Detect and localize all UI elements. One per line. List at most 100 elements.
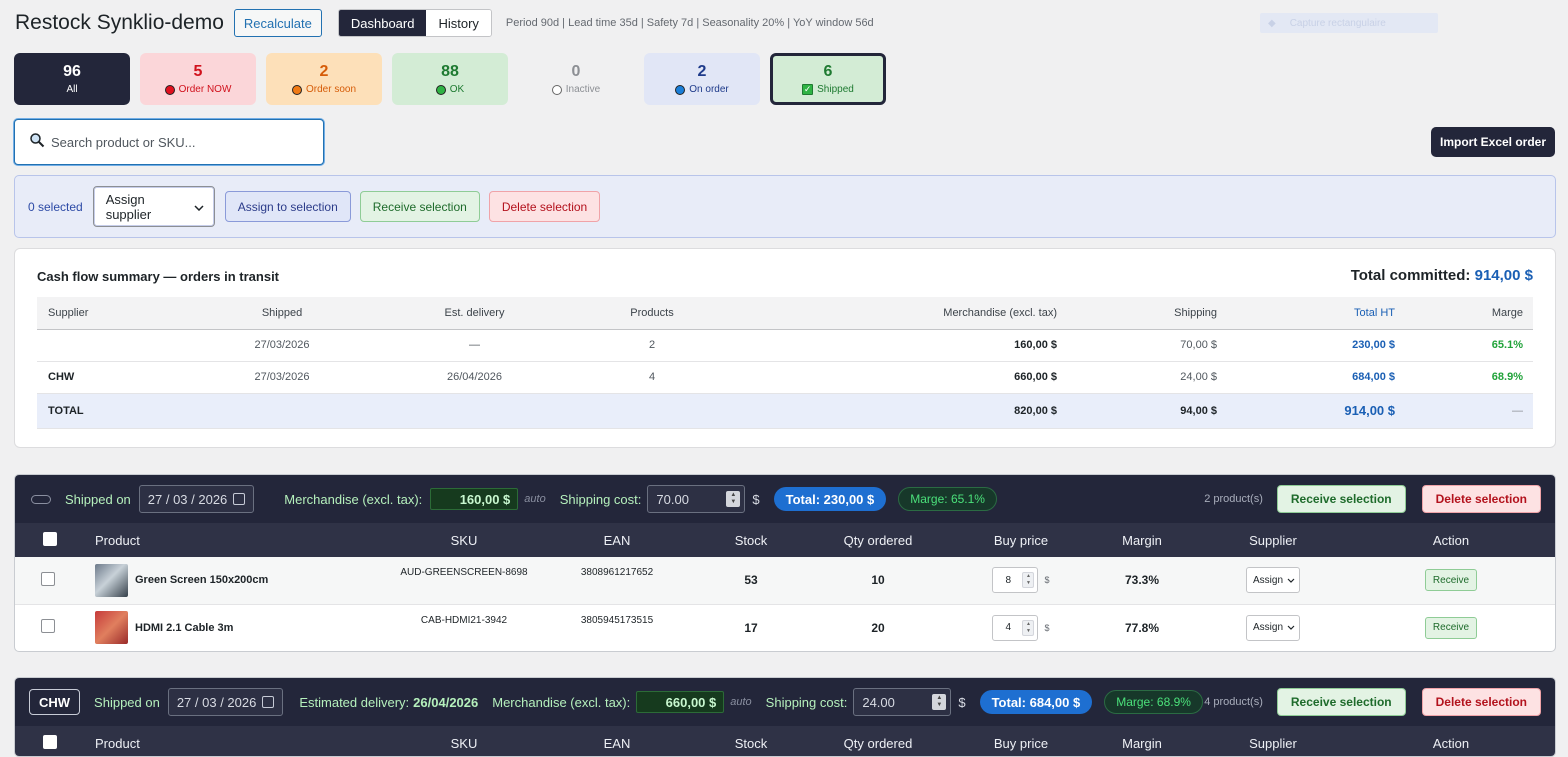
product-ean: 3805945173515 (531, 604, 703, 651)
filter-card-all[interactable]: 96 All (14, 53, 130, 105)
column-header: Product (81, 523, 397, 557)
filter-card-shipped[interactable]: 6 ✓ Shipped (770, 53, 886, 105)
stepper-icon[interactable]: ▲ ▼ (1022, 619, 1035, 636)
cell-empty (207, 392, 357, 429)
shipping-cost-input[interactable]: 24.00 ▲ ▼ (853, 688, 952, 716)
buy-price-value: 8 (1005, 574, 1012, 586)
column-header: Stock (703, 726, 799, 756)
filter-label: Order NOW (178, 84, 232, 95)
table-header-row: Product SKU EAN Stock Qty ordered Buy pr… (15, 523, 1555, 557)
search-input[interactable]: Search product or SKU... (14, 119, 324, 165)
product-name: Green Screen 150x200cm (135, 574, 269, 587)
select-all-checkbox[interactable] (42, 734, 57, 749)
table-row: HDMI 2.1 Cable 3m CAB-HDMI21-3942 380594… (15, 604, 1555, 651)
recalculate-button[interactable]: Recalculate (233, 9, 322, 37)
capture-overlay[interactable]: ◆ Capture rectangulaire (1260, 13, 1438, 33)
filter-card-on-order[interactable]: 2 On order (644, 53, 760, 105)
cell-shipping: 24,00 $ (1067, 361, 1227, 394)
buy-price-value: 4 (1005, 622, 1012, 633)
filter-card-inactive[interactable]: 0 Inactive (518, 53, 634, 105)
table-total-row: TOTAL 820,00 $ 94,00 $ 914,00 $ — (37, 392, 1533, 429)
column-header: Total HT (1227, 297, 1405, 330)
table-row: 27/03/2026 — 2 160,00 $ 70,00 $ 230,00 $… (37, 329, 1533, 362)
total-committed-label: Total committed: (1350, 267, 1471, 284)
shipment-products-table: Product SKU EAN Stock Qty ordered Buy pr… (15, 726, 1555, 756)
product-sku: CAB-HDMI21-3942 (397, 604, 531, 651)
cell-shipped: 27/03/2026 (207, 361, 357, 394)
assign-label: Assign (1253, 622, 1284, 633)
product-thumbnail (95, 563, 128, 597)
shipment-marge-badge: Marge: 65.1% (898, 487, 997, 511)
receive-selection-button[interactable]: Receive selection (359, 191, 480, 222)
supplier-select[interactable]: Assign supplier (92, 186, 215, 227)
empty-dot-icon (551, 84, 562, 95)
cashflow-summary-panel: Cash flow summary — orders in transit To… (14, 248, 1556, 448)
stepper-icon[interactable]: ▲ ▼ (932, 694, 947, 710)
filter-card-order-now[interactable]: 5 Order NOW (140, 53, 256, 105)
product-thumbnail (95, 611, 128, 644)
receive-button[interactable]: Receive (1424, 616, 1478, 639)
filter-card-ok[interactable]: 88 OK (392, 53, 508, 105)
filter-count: 88 (441, 63, 459, 80)
shipped-date-input[interactable]: 27 / 03 / 2026 (138, 485, 255, 513)
column-header: Marge (1405, 297, 1533, 330)
shipping-cost-value: 24.00 (862, 694, 895, 710)
column-header: Margin (1085, 523, 1199, 557)
cell-total-label: TOTAL (37, 392, 207, 429)
filter-label: Inactive (565, 84, 601, 95)
select-all-checkbox[interactable] (42, 531, 57, 546)
shipment-delete-button[interactable]: Delete selection (1421, 688, 1541, 716)
stepper-icon[interactable]: ▲ ▼ (1022, 572, 1035, 589)
tab-dashboard[interactable]: Dashboard (338, 10, 427, 36)
product-name: HDMI 2.1 Cable 3m (135, 621, 234, 634)
currency-label: $ (958, 694, 966, 710)
column-header: Qty ordered (799, 523, 957, 557)
product-qty-ordered: 10 (799, 557, 957, 605)
shipped-date-input[interactable]: 27 / 03 / 2026 (167, 688, 284, 716)
cell-est-delivery: 26/04/2026 (357, 361, 592, 394)
import-excel-button[interactable]: Import Excel order (1431, 127, 1555, 157)
product-stock: 53 (703, 557, 799, 605)
bulk-action-bar: 0 selected Assign supplier Assign to sel… (14, 175, 1556, 238)
cell-shipping: 94,00 $ (1067, 392, 1227, 429)
assign-label: Assign (1253, 574, 1284, 586)
cell-est-delivery: — (357, 329, 592, 362)
shipment-receive-button[interactable]: Receive selection (1276, 485, 1406, 513)
receive-button[interactable]: Receive (1424, 569, 1478, 592)
column-header: Buy price (957, 726, 1085, 756)
shipped-on-label: Shipped on (65, 491, 131, 507)
collapse-toggle[interactable] (31, 494, 51, 504)
column-header: Supplier (37, 297, 207, 330)
buy-price-input[interactable]: 4 ▲ ▼ (992, 614, 1039, 641)
status-filter-cards: 96 All 5 Order NOW 2 Order soon 88 OK 0 … (14, 53, 886, 105)
shipped-date-value: 27 / 03 / 2026 (176, 694, 257, 710)
cell-products: 4 (592, 361, 712, 394)
delete-selection-button[interactable]: Delete selection (488, 191, 601, 222)
currency-label: $ (1044, 575, 1050, 586)
column-header: EAN (531, 726, 703, 756)
shipping-cost-input[interactable]: 70.00 ▲ ▼ (647, 485, 746, 513)
shipped-on-label: Shipped on (94, 694, 160, 710)
shipment-receive-button[interactable]: Receive selection (1276, 688, 1406, 716)
supplier-assign-select[interactable]: Assign (1246, 614, 1300, 641)
column-header: Supplier (1199, 726, 1347, 756)
cell-merchandise: 160,00 $ (712, 329, 1067, 362)
product-count: 2 product(s) (1204, 493, 1263, 505)
column-header: Shipped (207, 297, 357, 330)
filter-card-order-soon[interactable]: 2 Order soon (266, 53, 382, 105)
table-header-row: Supplier Shipped Est. delivery Products … (37, 297, 1533, 330)
tab-history[interactable]: History (426, 10, 491, 36)
shipment-delete-button[interactable]: Delete selection (1421, 485, 1541, 513)
assign-to-selection-button[interactable]: Assign to selection (224, 191, 351, 222)
row-checkbox[interactable] (41, 619, 55, 633)
stepper-icon[interactable]: ▲ ▼ (726, 491, 741, 507)
column-header: Stock (703, 523, 799, 557)
row-checkbox[interactable] (41, 571, 55, 586)
buy-price-input[interactable]: 8 ▲ ▼ (992, 567, 1039, 594)
search-icon (29, 132, 45, 153)
merchandise-label: Merchandise (excl. tax): (492, 694, 631, 710)
merchandise-value: 660,00 $ (636, 691, 725, 713)
product-margin: 73.3% (1085, 557, 1199, 605)
red-dot-icon (164, 84, 175, 95)
supplier-assign-select[interactable]: Assign (1246, 567, 1300, 594)
